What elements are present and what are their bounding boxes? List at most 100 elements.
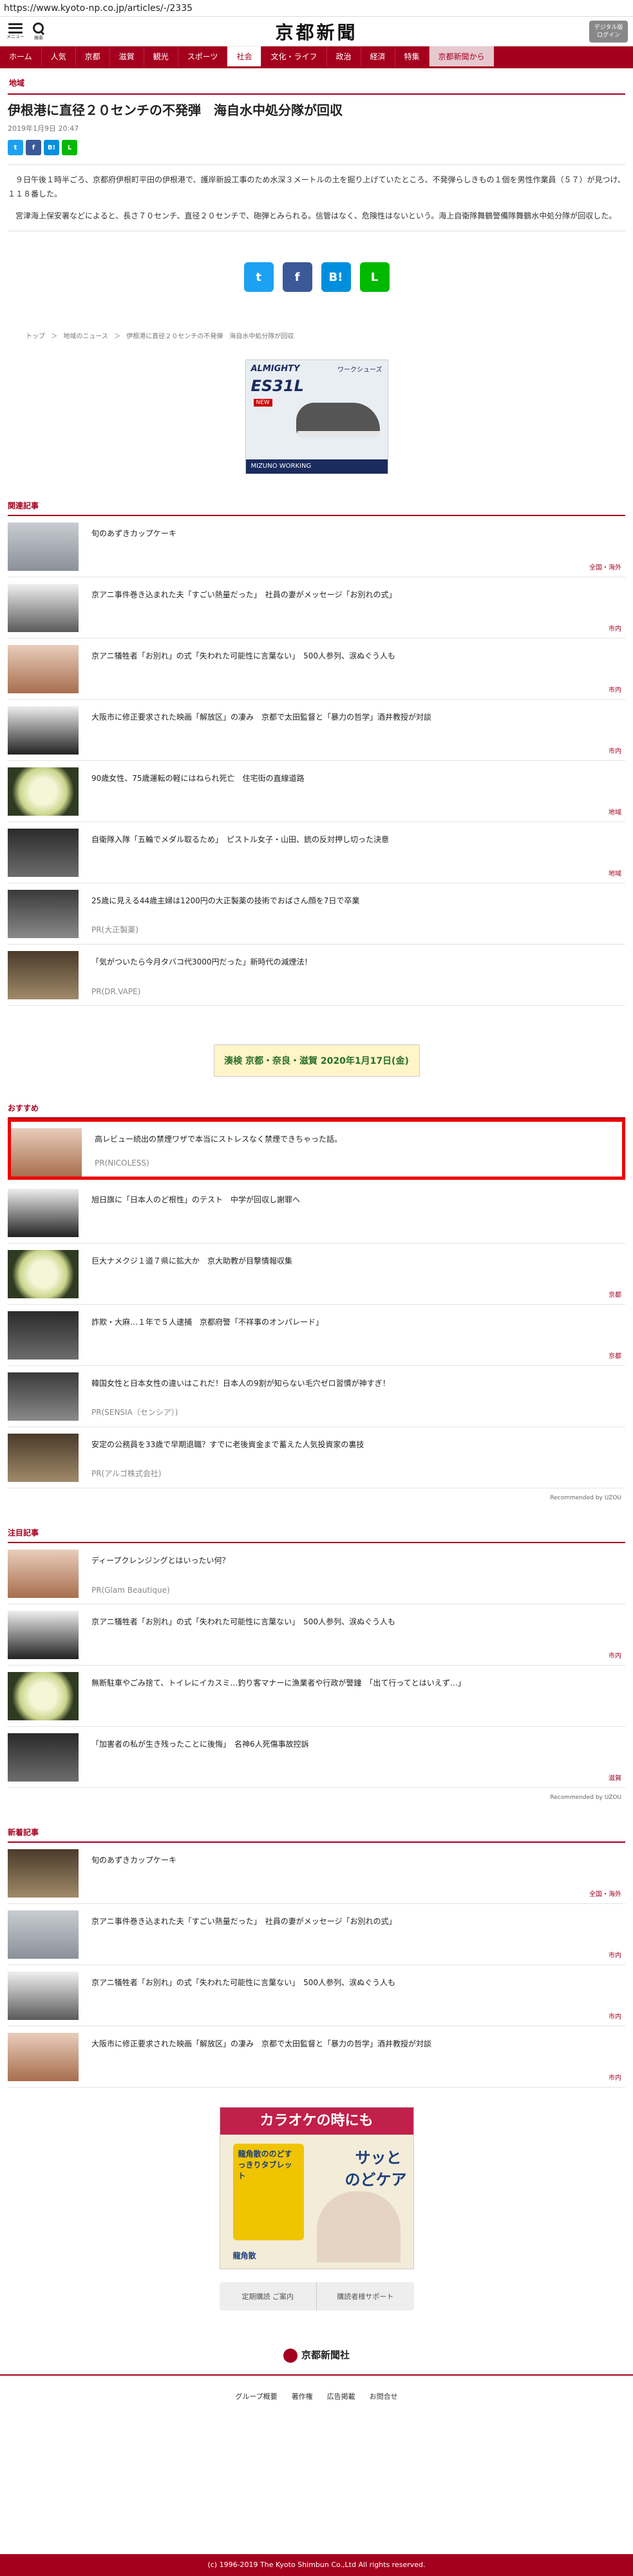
article-thumbnail[interactable] (8, 1611, 79, 1659)
list-item[interactable]: 「気がついたら今月タバコ代3000円だった」新時代の減煙法！ PR(DR.VAPE… (8, 945, 625, 1006)
list-item[interactable]: 京アニ犠牲者「お別れ」の式「失われた可能性に言葉ない」 500人参列、涙ぬぐう人… (8, 1604, 625, 1666)
list-item[interactable]: 韓国女性と日本女性の違いはこれだ！日本人の9割が知らない毛穴ゼロ習慣が神すぎ！ P… (8, 1366, 625, 1427)
article-thumbnail[interactable] (8, 706, 79, 755)
nav-item[interactable]: ホーム (0, 46, 42, 66)
list-item[interactable]: 25歳に見える44歳主婦は1200円の大正製薬の技術でおばさん顔を7日で卒業 PR… (8, 883, 625, 945)
article-thumbnail[interactable] (8, 1910, 79, 1959)
list-item[interactable]: 旬のあずきカップケーキ 全国・海外 (8, 1843, 625, 1904)
category-tag[interactable]: 京都 (609, 1350, 621, 1360)
article-thumbnail[interactable] (8, 1372, 79, 1421)
login-button[interactable]: デジタル版 ログイン (589, 21, 628, 43)
article-headline[interactable]: 京アニ事件巻き込まれた夫「すごい熱量だった」 社員の妻がメッセージ「お別れの式」 (79, 1904, 625, 1965)
article-headline[interactable]: 旬のあずきカップケーキ (79, 516, 625, 577)
article-headline[interactable]: 90歳女性、75歳運転の軽にはねられ死亡 住宅街の直線道路 (79, 761, 625, 822)
article-thumbnail[interactable] (8, 951, 79, 999)
category-tag[interactable]: 地域 (609, 807, 621, 816)
facebook-icon[interactable]: f (282, 262, 312, 292)
list-item[interactable]: 京アニ事件巻き込まれた夫「すごい熱量だった」 社員の妻がメッセージ「お別れの式」… (8, 1904, 625, 1965)
category-tag[interactable]: 地域 (609, 868, 621, 878)
article-thumbnail[interactable] (8, 1550, 79, 1598)
facebook-icon[interactable]: f (26, 140, 41, 155)
lozenge-ad-banner[interactable]: カラオケの時にも サッと のどケア 龍角散ののどすっきりタブレット 龍角散 (219, 2107, 414, 2269)
article-section[interactable]: 地域 (0, 68, 633, 93)
category-tag[interactable]: 市内 (609, 684, 621, 694)
url-bar[interactable]: https://www.kyoto-np.co.jp/articles/-/23… (0, 0, 633, 17)
article-thumbnail[interactable] (8, 829, 79, 877)
nav-item[interactable]: 京都新聞から (429, 46, 494, 66)
article-thumbnail[interactable] (8, 1189, 79, 1237)
list-item[interactable]: 巨大ナメクジ１道７県に拡大か 京大助教が目撃情報収集 京都 (8, 1244, 625, 1305)
article-thumbnail[interactable] (8, 1250, 79, 1298)
recommended-by[interactable]: Recommended by UZOU (8, 1488, 625, 1501)
twitter-icon[interactable]: t (243, 262, 274, 292)
article-thumbnail[interactable] (8, 584, 79, 632)
category-tag[interactable]: 全国・海外 (589, 562, 621, 572)
article-thumbnail[interactable] (8, 1672, 79, 1720)
footer-link-copyright[interactable]: 著作権 (292, 2391, 313, 2401)
article-headline[interactable]: 京アニ犠牲者「お別れ」の式「失われた可能性に言葉ない」 500人参列、涙ぬぐう人… (79, 1604, 625, 1665)
list-item[interactable]: ディープクレンジングとはいったい何？ PR(Glam Beautique) (8, 1543, 625, 1604)
list-item[interactable]: 旭日旗に「日本人のど根性」のテスト 中学が回収し謝罪へ (8, 1182, 625, 1244)
list-item[interactable]: 京アニ犠牲者「お別れ」の式「失われた可能性に言葉ない」 500人参列、涙ぬぐう人… (8, 639, 625, 700)
hatena-icon[interactable]: B! (321, 262, 351, 292)
article-headline[interactable]: 京アニ犠牲者「お別れ」の式「失われた可能性に言葉ない」 500人参列、涙ぬぐう人… (79, 639, 625, 699)
category-tag[interactable]: 全国・海外 (589, 1889, 621, 1898)
category-tag[interactable]: 市内 (609, 1950, 621, 1959)
nav-item[interactable]: 経済 (361, 46, 395, 66)
list-item[interactable]: 大阪市に修正要求された映画「解放区」の凄み 京都で太田監督と「暴力の哲学」酒井教… (8, 2026, 625, 2088)
footer-link-contact[interactable]: お問合せ (370, 2391, 398, 2401)
site-logo[interactable]: 京都新聞 (275, 19, 357, 44)
article-thumbnail[interactable] (8, 1972, 79, 2020)
exam-ad-banner[interactable]: 湊検 京都・奈良・滋賀 2020年1月17日(金) (213, 1044, 420, 1077)
menu-button[interactable]: メニュー (6, 23, 24, 40)
line-icon[interactable]: L (359, 262, 390, 292)
article-thumbnail[interactable] (8, 2033, 79, 2081)
subscriber-support-link[interactable]: 購読者様サポート (317, 2282, 414, 2311)
category-tag[interactable]: 京都 (609, 1289, 621, 1299)
list-item[interactable]: 高レビュー続出の禁煙ワザで本当にストレスなく禁煙できちゃった話。 PR(NICOL… (8, 1119, 625, 1180)
article-thumbnail[interactable] (8, 1434, 79, 1482)
nav-item[interactable]: スポーツ (178, 46, 228, 66)
footer-link-group[interactable]: グループ概要 (235, 2391, 277, 2401)
category-tag[interactable]: 滋賀 (609, 1773, 621, 1782)
category-tag[interactable]: 市内 (609, 623, 621, 633)
list-item[interactable]: 京アニ犠牲者「お別れ」の式「失われた可能性に言葉ない」 500人参列、涙ぬぐう人… (8, 1965, 625, 2026)
article-headline[interactable]: 自衛隊入隊「五輪でメダル取るため」 ピストル女子・山田、銃の反対押し切った決意 (79, 822, 625, 883)
recommended-by[interactable]: Recommended by UZOU (8, 1788, 625, 1801)
article-thumbnail[interactable] (8, 1311, 79, 1360)
article-headline[interactable]: 大阪市に修正要求された映画「解放区」の凄み 京都で太田監督と「暴力の哲学」酒井教… (79, 2026, 625, 2087)
article-headline[interactable]: 京アニ犠牲者「お別れ」の式「失われた可能性に言葉ない」 500人参列、涙ぬぐう人… (79, 1965, 625, 2026)
list-item[interactable]: 大阪市に修正要求された映画「解放区」の凄み 京都で太田監督と「暴力の哲学」酒井教… (8, 700, 625, 761)
nav-item[interactable]: 社会 (227, 46, 262, 66)
category-tag[interactable]: 市内 (609, 745, 621, 755)
list-item[interactable]: 詐欺・大麻…１年で５人逮捕 京都府警「不祥事のオンパレード」 京都 (8, 1305, 625, 1366)
article-headline[interactable]: 詐欺・大麻…１年で５人逮捕 京都府警「不祥事のオンパレード」 (79, 1305, 625, 1365)
list-item[interactable]: 安定の公務員を33歳で早期退職？すでに老後資金まで蓄えた人気投資家の裏技 PR(ア… (8, 1427, 625, 1488)
nav-item[interactable]: 特集 (395, 46, 430, 66)
nav-item[interactable]: 観光 (144, 46, 178, 66)
article-headline[interactable]: 高レビュー続出の禁煙ワザで本当にストレスなく禁煙できちゃった話。 (82, 1122, 622, 1177)
article-thumbnail[interactable] (8, 523, 79, 571)
article-thumbnail[interactable] (11, 1128, 82, 1177)
breadcrumb-top[interactable]: トップ (26, 333, 45, 340)
category-tag[interactable]: 市内 (609, 1650, 621, 1660)
article-headline[interactable]: 旬のあずきカップケーキ (79, 1843, 625, 1903)
list-item[interactable]: 自衛隊入隊「五輪でメダル取るため」 ピストル女子・山田、銃の反対押し切った決意地… (8, 822, 625, 883)
article-headline[interactable]: 「加害者の私が生き残ったことに後悔」 名神6人死傷事故控訴 (79, 1727, 625, 1787)
list-item[interactable]: 無断駐車やごみ捨て、トイレにイカスミ…釣り客マナーに漁業者や行政が警鐘 「出て行… (8, 1666, 625, 1727)
list-item[interactable]: 旬のあずきカップケーキ 全国・海外 (8, 516, 625, 577)
article-headline[interactable]: 巨大ナメクジ１道７県に拡大か 京大助教が目撃情報収集 (79, 1244, 625, 1304)
article-thumbnail[interactable] (8, 890, 79, 938)
article-headline[interactable]: 「気がついたら今月タバコ代3000円だった」新時代の減煙法！ (79, 945, 625, 1005)
list-item[interactable]: 京アニ事件巻き込まれた夫「すごい熱量だった」 社員の妻がメッセージ「お別れの式」… (8, 577, 625, 639)
list-item[interactable]: 90歳女性、75歳運転の軽にはねられ死亡 住宅街の直線道路 地域 (8, 761, 625, 822)
article-thumbnail[interactable] (8, 767, 79, 816)
nav-item[interactable]: 京都 (76, 46, 110, 66)
breadcrumb-section[interactable]: 地域のニュース (63, 333, 108, 340)
article-headline[interactable]: 旭日旗に「日本人のど根性」のテスト 中学が回収し謝罪へ (79, 1182, 625, 1243)
shoe-ad-banner[interactable]: ALMIGHTY ワークシューズ ES31L NEW MIZUNO WORKIN… (245, 360, 388, 474)
subscription-guide-link[interactable]: 定期購読 ご案内 (220, 2282, 317, 2311)
article-headline[interactable]: 25歳に見える44歳主婦は1200円の大正製薬の技術でおばさん顔を7日で卒業 (79, 883, 625, 944)
hatena-icon[interactable]: B! (44, 140, 59, 155)
category-tag[interactable]: 市内 (609, 2011, 621, 2021)
